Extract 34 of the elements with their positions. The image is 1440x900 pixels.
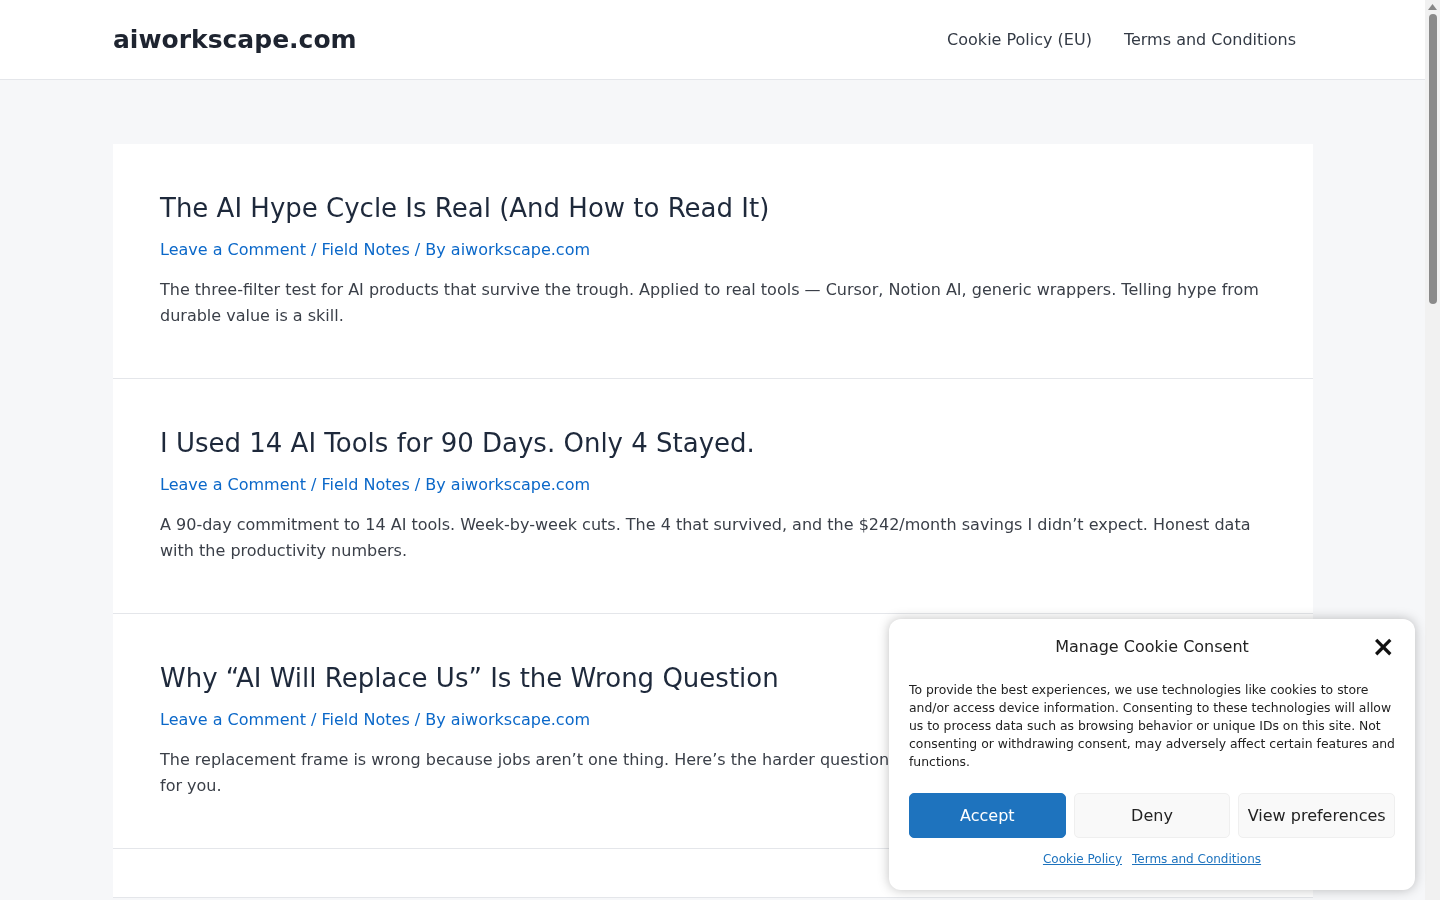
policy-link[interactable]: Terms and Conditions: [1132, 850, 1262, 868]
consent-message: To provide the best experiences, we use technologies like cookies to store and/or access device information. Consenting to these technologies will allow us to process data such as browsing behavior or unique IDs on this site. Not consenting or withdrawing consent, may adversely affect certain features and functions.: [909, 681, 1395, 771]
scrollbar-thumb[interactable]: [1428, 14, 1437, 304]
meta-link[interactable]: aiworkscape.com: [450, 474, 591, 494]
post-meta: Leave a Comment / Field Notes / By aiworkscape.com: [160, 473, 591, 496]
site-title[interactable]: aiworkscape.com: [113, 20, 357, 59]
excerpt-line: The replacement frame is wrong because jobs aren’t one thing. Here’s the harder question: [160, 749, 890, 769]
close-button[interactable]: ×: [1371, 633, 1395, 661]
meta-link[interactable]: Field Notes: [321, 239, 410, 259]
accept-button[interactable]: Accept: [909, 793, 1066, 838]
meta-link[interactable]: Field Notes: [321, 709, 410, 729]
consent-button[interactable]: Deny: [1073, 793, 1231, 838]
excerpt-line: with the productivity numbers.: [160, 540, 407, 560]
meta-link[interactable]: Leave a Comment: [160, 474, 306, 494]
excerpt-line: durable value is a skill.: [160, 305, 344, 325]
scrollbar[interactable]: [1425, 0, 1440, 900]
excerpt-line: for you.: [160, 775, 222, 795]
post-meta: Leave a Comment / Field Notes / By aiworkscape.com: [160, 708, 591, 731]
scroll-up-icon[interactable]: [1428, 4, 1437, 10]
excerpt-line: The three-filter test for AI products that survive the trough. Applied to real tools — Cursor, Notion AI, generic wrappers. Telling hype from: [160, 279, 1259, 299]
nav-link[interactable]: Terms and Conditions: [1107, 27, 1296, 52]
nav-link[interactable]: Cookie Policy (EU): [931, 27, 1108, 52]
dialog-title: Manage Cookie Consent: [1055, 637, 1249, 656]
meta-link[interactable]: aiworkscape.com: [450, 709, 591, 729]
post-meta: Leave a Comment / Field Notes / By aiworkscape.com: [160, 238, 591, 261]
meta-link[interactable]: Leave a Comment: [160, 239, 306, 259]
meta-link[interactable]: Leave a Comment: [160, 709, 306, 729]
consent-button[interactable]: View preferences: [1238, 793, 1395, 838]
post-title[interactable]: The AI Hype Cycle Is Real (And How to Read It): [160, 192, 1266, 226]
meta-link[interactable]: aiworkscape.com: [450, 239, 591, 259]
post-title[interactable]: I Used 14 AI Tools for 90 Days. Only 4 Stayed.: [160, 427, 1266, 461]
meta-link[interactable]: Field Notes: [321, 474, 410, 494]
policy-link[interactable]: Cookie Policy: [1042, 850, 1122, 868]
excerpt-line: A 90-day commitment to 14 AI tools. Week-by-week cuts. The 4 that survived, and the $242/month savings I didn’t expect. Honest data: [160, 514, 1251, 534]
